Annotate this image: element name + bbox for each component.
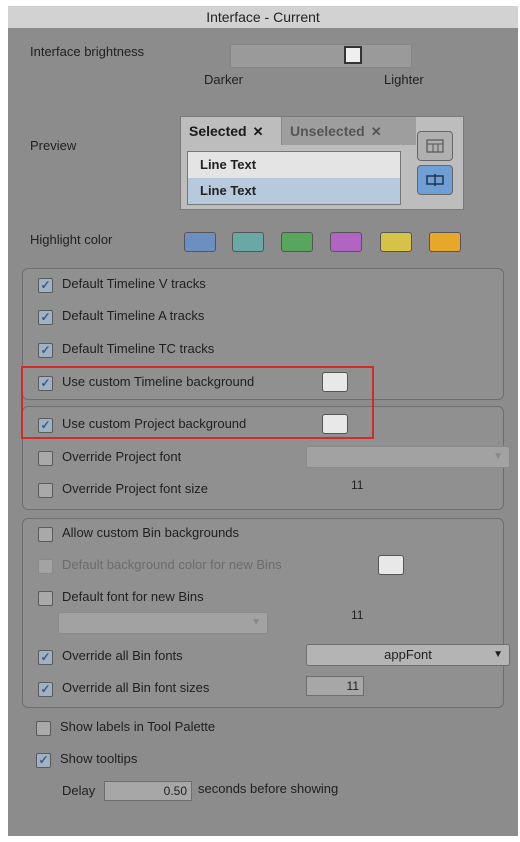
bin-font-dropdown[interactable]: appFont ▼ (306, 644, 510, 666)
delay-field[interactable]: 0.50 (104, 781, 192, 801)
project-font-dropdown[interactable]: ▼ (306, 446, 510, 468)
close-icon[interactable]: ✕ (253, 124, 264, 139)
allow-custom-bin-bg-label: Allow custom Bin backgrounds (62, 525, 240, 540)
override-all-bin-sizes-label: Override all Bin font sizes (62, 680, 210, 695)
interface-settings-window: Interface - Current Interface brightness… (8, 6, 518, 836)
override-project-font-size-label: Override Project font size (62, 481, 208, 496)
bin-font-dropdown-value: appFont (384, 647, 432, 662)
preview-list: Line Text Line Text (187, 151, 401, 205)
default-bin-font-checkbox[interactable]: ✓ (38, 591, 53, 606)
brightness-slider[interactable] (230, 44, 412, 68)
brightness-slider-thumb[interactable] (344, 46, 362, 64)
default-bin-font-size-value: 11 (351, 608, 364, 622)
tab-unselected-label: Unselected (290, 123, 365, 139)
tab-unselected[interactable]: Unselected ✕ (281, 117, 416, 145)
override-project-font-label: Override Project font (62, 449, 182, 464)
tab-selected[interactable]: Selected ✕ (181, 117, 293, 145)
v-tracks-label: Default Timeline V tracks (62, 276, 206, 291)
override-all-bin-fonts-label: Override all Bin fonts (62, 648, 183, 663)
bin-font-size-field[interactable]: 11 (306, 676, 364, 696)
allow-custom-bin-bg-checkbox[interactable]: ✓ (38, 527, 53, 542)
window-title: Interface - Current (8, 6, 518, 29)
chevron-down-icon: ▼ (493, 451, 503, 462)
a-tracks-label: Default Timeline A tracks (62, 308, 205, 323)
highlight-annotation-box (21, 366, 374, 439)
highlight-swatch-yellow[interactable] (380, 232, 412, 252)
highlight-swatch-blue[interactable] (184, 232, 216, 252)
highlight-color-label: Highlight color (30, 232, 113, 247)
grid-view-icon (426, 139, 444, 153)
override-project-font-size-checkbox[interactable]: ✓ (38, 483, 53, 498)
delay-label: Delay (62, 783, 96, 798)
show-labels-checkbox[interactable]: ✓ (36, 721, 51, 736)
override-all-bin-fonts-checkbox[interactable]: ✓ (38, 650, 53, 665)
override-project-font-checkbox[interactable]: ✓ (38, 451, 53, 466)
override-all-bin-sizes-checkbox[interactable]: ✓ (38, 682, 53, 697)
tc-tracks-label: Default Timeline TC tracks (62, 341, 215, 356)
tab-selected-label: Selected (189, 123, 247, 139)
close-icon[interactable]: ✕ (371, 124, 382, 139)
highlight-swatch-teal[interactable] (232, 232, 264, 252)
grid-view-button[interactable] (417, 131, 453, 161)
v-tracks-checkbox[interactable]: ✓ (38, 278, 53, 293)
chevron-down-icon: ▼ (251, 617, 261, 628)
brightness-min-label: Darker (204, 72, 244, 87)
show-tooltips-label: Show tooltips (60, 751, 138, 766)
bin-bg-color-well[interactable] (378, 555, 404, 575)
frame-view-icon (426, 174, 444, 186)
preview-panel: Selected ✕ Unselected ✕ Line Text Line Tex… (180, 116, 464, 210)
project-font-size-value: 11 (351, 478, 364, 492)
show-labels-label: Show labels in Tool Palette (60, 719, 216, 734)
tc-tracks-checkbox[interactable]: ✓ (38, 343, 53, 358)
chevron-down-icon: ▼ (493, 649, 503, 660)
highlight-swatch-green[interactable] (281, 232, 313, 252)
default-bin-bg-color-label: Default background color for new Bins (62, 557, 282, 572)
a-tracks-checkbox[interactable]: ✓ (38, 310, 53, 325)
default-bin-font-dropdown[interactable]: ▼ (58, 612, 268, 634)
show-tooltips-checkbox[interactable]: ✓ (36, 753, 51, 768)
frame-view-button[interactable] (417, 165, 453, 195)
highlight-swatch-orange[interactable] (429, 232, 461, 252)
list-item: Line Text (188, 178, 400, 204)
brightness-label: Interface brightness (30, 44, 145, 59)
brightness-max-label: Lighter (384, 72, 424, 87)
delay-suffix-label: seconds before showing (198, 781, 339, 796)
default-bin-font-label: Default font for new Bins (62, 589, 204, 604)
highlight-swatch-purple[interactable] (330, 232, 362, 252)
preview-label: Preview (30, 138, 77, 153)
default-bin-bg-color-checkbox[interactable]: ✓ (38, 559, 53, 574)
list-item: Line Text (200, 157, 257, 172)
